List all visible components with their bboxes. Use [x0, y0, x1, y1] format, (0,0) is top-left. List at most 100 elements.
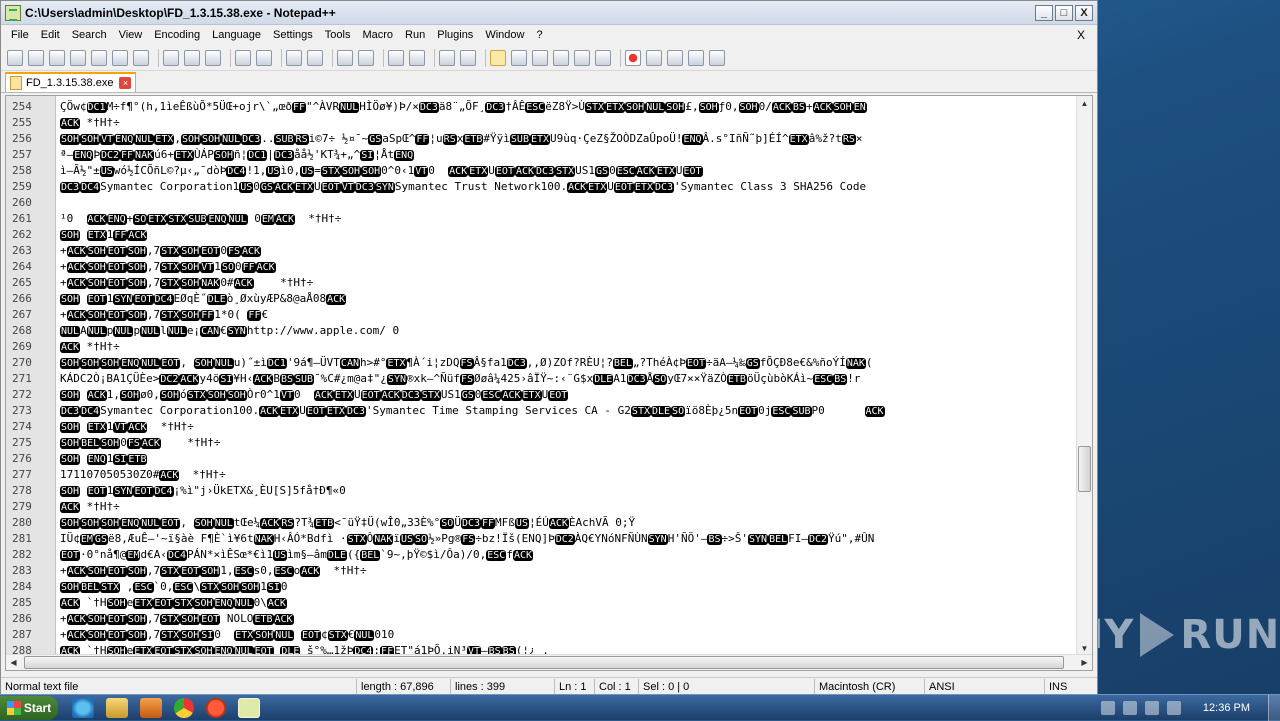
menu-plugins[interactable]: Plugins: [431, 29, 479, 41]
editor-line[interactable]: 272 SOH ACK1,SOHø0,SOHóSTX SOH SOHÒr0^1VT0 …: [6, 386, 1078, 402]
line-text[interactable]: NULANULpNULpNULlNULe¡CAN€SYNhttp://www.a…: [56, 324, 1078, 337]
editor-line[interactable]: 276 SOH ENQ1SI ETB: [6, 450, 1078, 466]
menu-file[interactable]: File: [5, 29, 35, 41]
line-text[interactable]: SOH ENQ1SI ETB: [56, 452, 1078, 465]
scroll-right-icon[interactable]: ▶: [1077, 655, 1092, 670]
menu-encoding[interactable]: Encoding: [148, 29, 206, 41]
editor-line[interactable]: 259 DC3 DC4Symantec Corporation1US0GS ACK ET…: [6, 178, 1078, 194]
menu-macro[interactable]: Macro: [356, 29, 399, 41]
editor-line[interactable]: 274 SOH ETX1VT ACK *†H†÷: [6, 418, 1078, 434]
zoom-in-icon[interactable]: [337, 49, 353, 66]
status-ins[interactable]: INS: [1045, 679, 1095, 695]
editor-line[interactable]: 260: [6, 194, 1078, 210]
flag-tray-icon[interactable]: [1100, 700, 1115, 715]
menu-view[interactable]: View: [113, 29, 149, 41]
zoom-out-icon[interactable]: [358, 49, 374, 66]
media-player-icon[interactable]: [140, 697, 162, 718]
menu-tools[interactable]: Tools: [319, 29, 357, 41]
editor-line[interactable]: 278 SOH EOT1SYN EOT DC4¡%ì"j›ÜkETX&¸ÈU[S]5f…: [6, 482, 1078, 498]
editor-line[interactable]: 271 KÁDC2Ò¡BA1ÇÜÈe>DC2 ACKy4öSI¥H‹ACKBBS SU…: [6, 370, 1078, 386]
undo-icon[interactable]: [235, 49, 251, 66]
function-list-icon[interactable]: [553, 49, 569, 66]
paste-icon[interactable]: [205, 49, 221, 66]
editor-line[interactable]: 279 ACK *†H†÷: [6, 498, 1078, 514]
minimize-button[interactable]: _: [1035, 4, 1053, 21]
line-text[interactable]: +ACK SOH EOT SOH,7STX SOH FF1*0( FF€: [56, 308, 1078, 321]
print-icon[interactable]: [133, 49, 149, 66]
tab-fd-exe[interactable]: FD_1.3.15.38.exe ×: [5, 72, 137, 92]
line-text[interactable]: KÁDC2Ò¡BA1ÇÜÈe>DC2 ACKy4öSI¥H‹ACKBBS SUB¯%…: [56, 372, 1078, 385]
show-desktop-button[interactable]: [1268, 694, 1280, 721]
sync-vertical-icon[interactable]: [388, 49, 404, 66]
line-text[interactable]: +ACK SOH EOT SOH,7STX SOH EOT0FS ACK: [56, 244, 1078, 257]
line-text[interactable]: SOH SOH VT ENQ NUL ETX,SOH SOH NUL DC3..SUB RSi©7…: [56, 132, 1078, 145]
line-text[interactable]: ACK *†H†÷: [56, 340, 1078, 353]
folder-workspace-icon[interactable]: [574, 49, 590, 66]
editor-line[interactable]: 262 SOH ETX1FF ACK: [6, 226, 1078, 242]
word-wrap-icon[interactable]: [439, 49, 455, 66]
line-text[interactable]: +ACK SOH EOT SOH,7STX EOT SOH1,ESCs0,ESCoACK …: [56, 564, 1078, 577]
close-button[interactable]: X: [1075, 4, 1093, 21]
editor-line[interactable]: 270 SOH SOH SOH ENQ NUL EOT, SOH NULu)˝±ìDC1'9á…: [6, 354, 1078, 370]
line-text[interactable]: IÜ¢EM GSë8,ÆuÊ–'~ï§àè F¶È`ì¥6tNAKH‹ÂÓ*Bdf…: [56, 532, 1078, 545]
line-text[interactable]: SOH BEL STX ,ESC`0,ESC\STX SOH SOH1SI0: [56, 580, 1078, 593]
editor-line[interactable]: 282 EOT·0°nå¶@EMd€A‹DC4PÁN*×ìÊSœ*€ì1USìm§…: [6, 546, 1078, 562]
line-text[interactable]: SOH ETX1VT ACK *†H†÷: [56, 420, 1078, 433]
indent-guide-icon[interactable]: [490, 49, 506, 66]
editor-line[interactable]: 256 SOH SOH VT ENQ NUL ETX,SOH SOH NUL DC3..SUB RS…: [6, 130, 1078, 146]
close-all-icon[interactable]: [112, 49, 128, 66]
line-text[interactable]: ACK *†H†÷: [56, 116, 1078, 129]
record-macro-icon[interactable]: [625, 49, 641, 66]
editor-line[interactable]: 277 171107050530Z0#ACK *†H†÷: [6, 466, 1078, 482]
editor-line[interactable]: 286 +ACK SOH EOT SOH,7STX SOH EOT NOLOETB ACK: [6, 610, 1078, 626]
line-text[interactable]: 171107050530Z0#ACK *†H†÷: [56, 468, 1078, 481]
stop-macro-icon[interactable]: [646, 49, 662, 66]
menu-search[interactable]: Search: [66, 29, 113, 41]
line-text[interactable]: DC3 DC4Symantec Corporation100.ACK ETXUEOT…: [56, 404, 1078, 417]
status-encoding[interactable]: ANSI: [925, 678, 1045, 695]
line-text[interactable]: ì–Ã½"±USwó½ÍCÕñL©?µ‹„¯dòÞDC4!1,USì0,US=S…: [56, 164, 1078, 177]
line-text[interactable]: SOH EOT1SYN EOT DC4¡%ì"j›ÜkETX&¸ÈU[S]5få†Ð…: [56, 484, 1078, 497]
save-icon[interactable]: [49, 49, 65, 66]
sync-horizontal-icon[interactable]: [409, 49, 425, 66]
clock[interactable]: 12:36 PM: [1203, 702, 1250, 714]
editor-line[interactable]: 269 ACK *†H†÷: [6, 338, 1078, 354]
horizontal-scroll-thumb[interactable]: [24, 656, 1064, 669]
monitoring-icon[interactable]: [595, 49, 611, 66]
play-macro-icon[interactable]: [667, 49, 683, 66]
editor-line[interactable]: 280 SOH SOH SOH ENQ NUL EOT, SOH NULtŒe¼ACK RS?T…: [6, 514, 1078, 530]
open-file-icon[interactable]: [28, 49, 44, 66]
line-text[interactable]: SOH SOH SOH ENQ NUL EOT, SOH NULu)˝±ìDC1'9á¶–Ü…: [56, 356, 1078, 369]
line-text[interactable]: +ACK SOH EOT SOH,7STX SOH VT1SO0FF ACK: [56, 260, 1078, 273]
explorer-icon[interactable]: [106, 697, 128, 718]
chrome-icon[interactable]: [174, 697, 194, 718]
editor-line[interactable]: 254 ÇÖw¢DC1M÷f¶°(h,1ìeÊßùÕ*5ÜŒ+ojr\`„œðFF…: [6, 98, 1078, 114]
line-text[interactable]: DC3 DC4Symantec Corporation1US0GS ACK ETXUE…: [56, 180, 1078, 193]
line-text[interactable]: +ACK SOH EOT SOH,7STX SOH SI0 ETX SOH NUL EOT¢S…: [56, 628, 1078, 641]
editor-line[interactable]: 266 SOH EOT1SYN EOT DC4EØqÈ˝DLEò¸ØxùyÆP&8@a…: [6, 290, 1078, 306]
line-text[interactable]: SOH ACK1,SOHø0,SOHóSTX SOH SOHÒr0^1VT0 ACK…: [56, 388, 1078, 401]
find-icon[interactable]: [286, 49, 302, 66]
new-file-icon[interactable]: [7, 49, 23, 66]
doc-map-icon[interactable]: [532, 49, 548, 66]
line-text[interactable]: +ACK SOH EOT SOH,7STX SOH NAK0#ACK *†H†÷: [56, 276, 1078, 289]
security-app-icon[interactable]: [206, 697, 226, 718]
editor-line[interactable]: 255 ACK *†H†÷: [6, 114, 1078, 130]
replace-icon[interactable]: [307, 49, 323, 66]
line-text[interactable]: ¹0 ACK ENQ+SO ETX STX SUB ENQ NUL 0EM ACK *†H†÷: [56, 212, 1078, 225]
line-text[interactable]: ACK *†H†÷: [56, 500, 1078, 513]
run-macro-multiple-icon[interactable]: [688, 49, 704, 66]
menu-language[interactable]: Language: [206, 29, 267, 41]
editor-line[interactable]: 275 SOH BEL SOH0FS ACK *†H†÷: [6, 434, 1078, 450]
menu-help[interactable]: ?: [530, 29, 548, 41]
save-macro-icon[interactable]: [709, 49, 725, 66]
menu-settings[interactable]: Settings: [267, 29, 319, 41]
line-text[interactable]: ª—ENQÞDC2 FF NAKú6+ETXÙÁPSOHñ¦DC1|DC3åå½'K…: [56, 148, 1078, 161]
text-editor[interactable]: 254 ÇÖw¢DC1M÷f¶°(h,1ìeÊßùÕ*5ÜŒ+ojr\`„œðFF…: [5, 95, 1093, 671]
maximize-button[interactable]: □: [1055, 4, 1073, 21]
copy-icon[interactable]: [184, 49, 200, 66]
editor-line[interactable]: 285 ACK `†HSOHeETX EOT STX SOH ENQ NUL0\ACK: [6, 594, 1078, 610]
editor-line[interactable]: 263 +ACK SOH EOT SOH,7STX SOH EOT0FS ACK: [6, 242, 1078, 258]
volume-tray-icon[interactable]: [1144, 700, 1159, 715]
power-tray-icon[interactable]: [1166, 700, 1181, 715]
